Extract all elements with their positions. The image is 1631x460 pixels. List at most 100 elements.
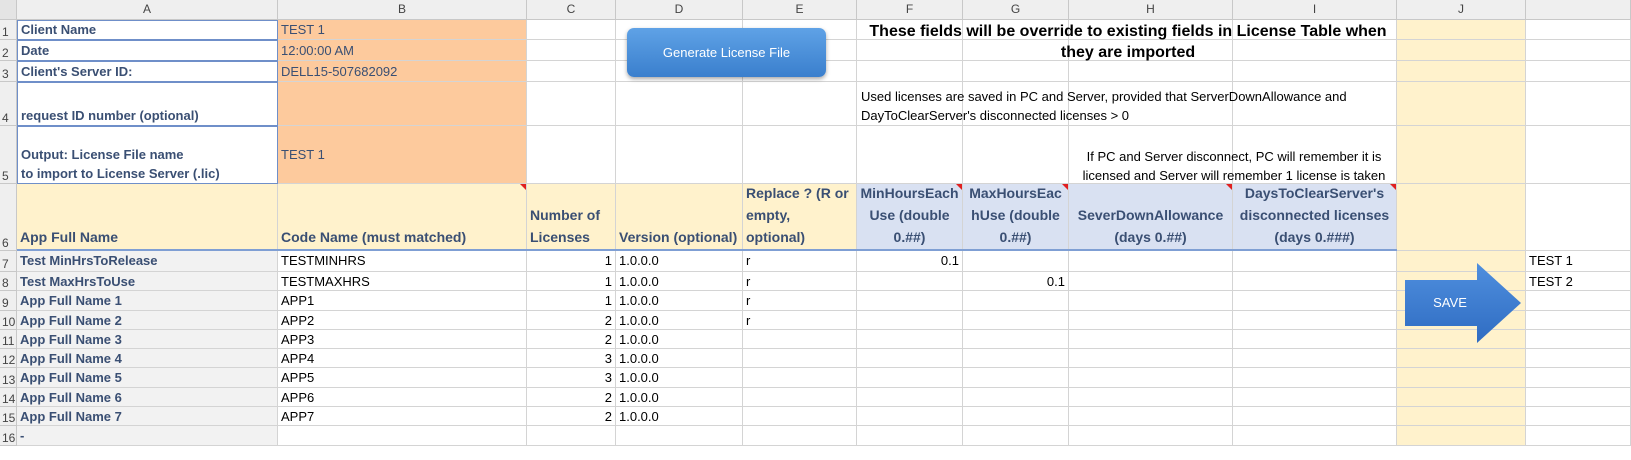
column-header[interactable]: F — [857, 0, 963, 20]
grid-cell[interactable] — [1526, 388, 1631, 407]
save-button[interactable]: SAVE — [1405, 293, 1495, 313]
app-full-name-cell[interactable]: App Full Name 5 — [17, 368, 278, 388]
version-cell[interactable]: 1.0.0.0 — [616, 368, 743, 388]
grid-cell[interactable] — [1526, 82, 1631, 126]
server-down-cell[interactable] — [1069, 330, 1233, 349]
row-header[interactable]: 1 — [0, 20, 17, 40]
grid-cell[interactable] — [527, 82, 616, 126]
days-clear-cell[interactable] — [1233, 368, 1397, 388]
grid-cell[interactable] — [1526, 61, 1631, 82]
server-id-field[interactable]: DELL15-507682092 — [278, 61, 527, 82]
code-name-cell[interactable]: APP3 — [278, 330, 527, 349]
select-all-corner[interactable] — [0, 0, 17, 20]
replace-cell[interactable] — [743, 407, 857, 426]
grid-cell[interactable] — [963, 126, 1069, 184]
days-clear-cell[interactable] — [1233, 311, 1397, 330]
grid-cell[interactable] — [1397, 61, 1526, 82]
grid-cell[interactable] — [743, 126, 857, 184]
right-column-cell[interactable]: TEST 1 — [1526, 251, 1631, 272]
min-hours-cell[interactable] — [857, 388, 963, 407]
num-licenses-cell[interactable] — [527, 426, 616, 446]
min-hours-cell[interactable] — [857, 426, 963, 446]
grid-cell[interactable] — [1397, 20, 1526, 40]
app-full-name-cell[interactable]: App Full Name 6 — [17, 388, 278, 407]
grid-cell[interactable] — [1397, 368, 1526, 388]
code-name-cell[interactable]: APP7 — [278, 407, 527, 426]
max-hours-cell[interactable] — [963, 330, 1069, 349]
grid-cell[interactable] — [857, 126, 963, 184]
server-down-cell[interactable] — [1069, 272, 1233, 291]
column-header[interactable]: H — [1069, 0, 1233, 20]
app-full-name-cell[interactable]: Test MaxHrsToUse — [17, 272, 278, 291]
column-header[interactable]: A — [17, 0, 278, 20]
version-cell[interactable]: 1.0.0.0 — [616, 407, 743, 426]
app-full-name-cell[interactable]: Test MinHrsToRelease — [17, 251, 278, 272]
app-full-name-cell[interactable]: App Full Name 3 — [17, 330, 278, 349]
code-name-cell[interactable]: TESTMAXHRS — [278, 272, 527, 291]
version-cell[interactable]: 1.0.0.0 — [616, 311, 743, 330]
app-full-name-cell[interactable]: App Full Name 7 — [17, 407, 278, 426]
grid-cell[interactable] — [1526, 407, 1631, 426]
min-hours-cell[interactable] — [857, 291, 963, 311]
code-name-cell[interactable]: APP5 — [278, 368, 527, 388]
days-clear-cell[interactable] — [1233, 330, 1397, 349]
grid-cell[interactable] — [1526, 311, 1631, 330]
min-hours-cell[interactable] — [857, 407, 963, 426]
replace-cell[interactable] — [743, 426, 857, 446]
days-clear-cell[interactable] — [1233, 291, 1397, 311]
code-name-cell[interactable]: APP1 — [278, 291, 527, 311]
row-header[interactable]: 9 — [0, 291, 17, 311]
min-hours-cell[interactable] — [857, 311, 963, 330]
grid-cell[interactable] — [527, 40, 616, 61]
server-down-cell[interactable] — [1069, 291, 1233, 311]
grid-cell[interactable] — [527, 20, 616, 40]
column-header[interactable]: B — [278, 0, 527, 20]
grid-cell[interactable] — [1397, 184, 1526, 251]
row-header[interactable]: 16 — [0, 426, 17, 446]
grid-cell[interactable] — [616, 126, 743, 184]
replace-cell[interactable]: r — [743, 291, 857, 311]
max-hours-cell[interactable] — [963, 349, 1069, 368]
app-full-name-cell[interactable]: App Full Name 2 — [17, 311, 278, 330]
max-hours-cell[interactable] — [963, 426, 1069, 446]
version-cell[interactable]: 1.0.0.0 — [616, 349, 743, 368]
column-header[interactable]: J — [1397, 0, 1526, 20]
row-header[interactable]: 11 — [0, 330, 17, 349]
server-down-cell[interactable] — [1069, 368, 1233, 388]
num-licenses-cell[interactable]: 2 — [527, 388, 616, 407]
min-hours-cell[interactable] — [857, 272, 963, 291]
code-name-cell[interactable]: TESTMINHRS — [278, 251, 527, 272]
row-header[interactable]: 10 — [0, 311, 17, 330]
version-cell[interactable]: 1.0.0.0 — [616, 388, 743, 407]
column-header[interactable]: D — [616, 0, 743, 20]
column-header[interactable]: I — [1233, 0, 1397, 20]
max-hours-cell[interactable]: 0.1 — [963, 272, 1069, 291]
version-cell[interactable]: 1.0.0.0 — [616, 251, 743, 272]
row-header[interactable]: 15 — [0, 407, 17, 426]
grid-cell[interactable] — [1526, 20, 1631, 40]
row-header[interactable]: 7 — [0, 251, 17, 272]
server-down-cell[interactable] — [1069, 407, 1233, 426]
grid-cell[interactable] — [1526, 349, 1631, 368]
row-header[interactable]: 12 — [0, 349, 17, 368]
num-licenses-cell[interactable]: 2 — [527, 407, 616, 426]
grid-cell[interactable] — [1397, 388, 1526, 407]
row-header[interactable]: 13 — [0, 368, 17, 388]
row-header[interactable]: 6 — [0, 184, 17, 251]
app-full-name-cell[interactable]: App Full Name 1 — [17, 291, 278, 311]
row-header[interactable]: 8 — [0, 272, 17, 291]
days-clear-cell[interactable] — [1233, 426, 1397, 446]
num-licenses-cell[interactable]: 1 — [527, 251, 616, 272]
min-hours-cell[interactable] — [857, 349, 963, 368]
date-field[interactable]: 12:00:00 AM — [278, 40, 527, 61]
max-hours-cell[interactable] — [963, 311, 1069, 330]
column-header[interactable]: C — [527, 0, 616, 20]
replace-cell[interactable] — [743, 388, 857, 407]
server-down-cell[interactable] — [1069, 426, 1233, 446]
column-header[interactable]: G — [963, 0, 1069, 20]
days-clear-cell[interactable] — [1233, 388, 1397, 407]
replace-cell[interactable]: r — [743, 311, 857, 330]
row-header[interactable]: 14 — [0, 388, 17, 407]
server-down-cell[interactable] — [1069, 311, 1233, 330]
grid-cell[interactable] — [1397, 407, 1526, 426]
